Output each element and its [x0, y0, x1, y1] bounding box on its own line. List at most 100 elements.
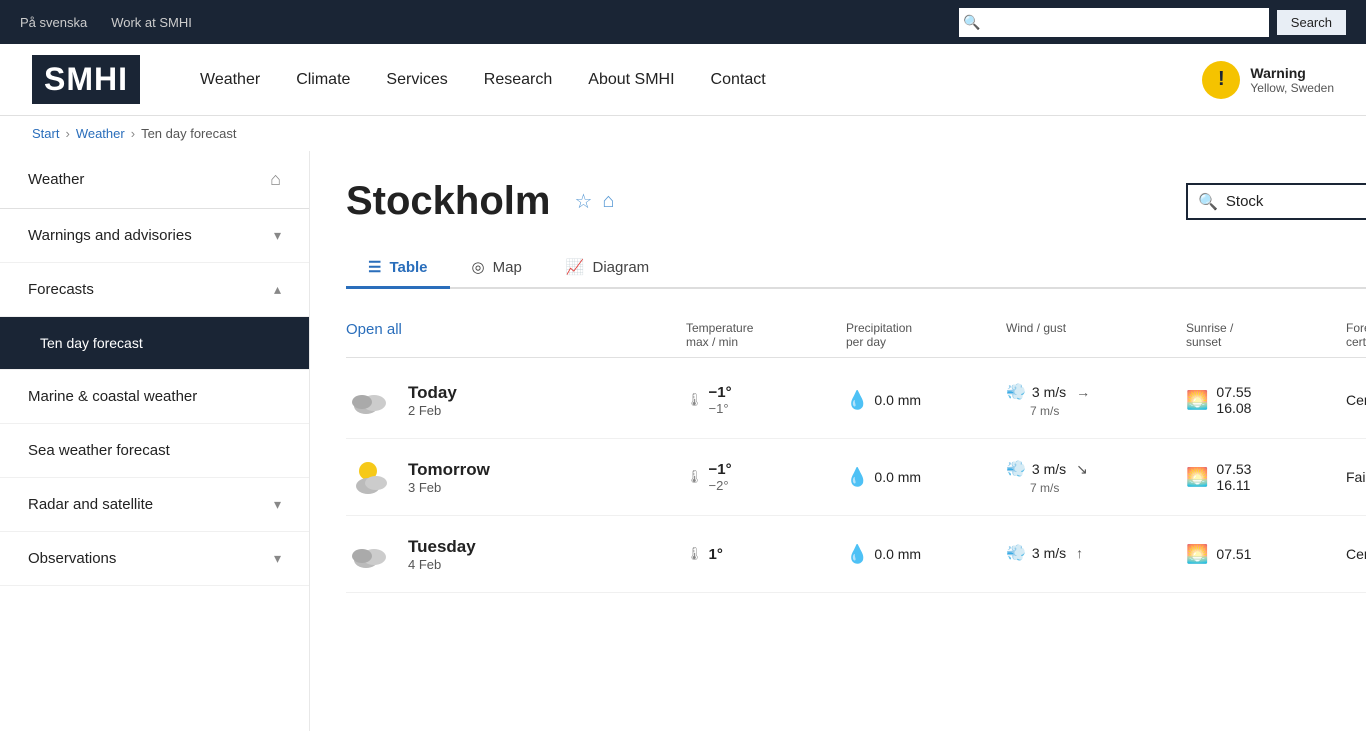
sunrise-val-today: 07.55 [1216, 384, 1251, 400]
day-date-today: 2 Feb [408, 403, 457, 418]
nav-weather[interactable]: Weather [200, 71, 260, 89]
home-icon: ⌂ [270, 169, 281, 190]
nav-climate[interactable]: Climate [296, 71, 350, 89]
chevron-down-icon-radar: ▾ [274, 496, 281, 513]
wind-tomorrow: 💨 3 m/s ↘ 7 m/s [1006, 459, 1186, 495]
temp-max-tuesday: 1° [709, 546, 723, 563]
tab-diagram-label: Diagram [593, 259, 650, 276]
wind-today: 💨 3 m/s → 7 m/s [1006, 382, 1186, 418]
work-link[interactable]: Work at SMHI [111, 15, 192, 30]
day-info-today: Today 2 Feb [408, 383, 457, 418]
wind-speed-today: 3 m/s [1032, 384, 1066, 400]
logo: SMHI [32, 55, 140, 104]
sidebar-marine-label: Marine & coastal weather [28, 388, 197, 405]
wind-row1-today: 💨 3 m/s → [1006, 382, 1186, 402]
warning-sublabel: Yellow, Sweden [1250, 81, 1334, 95]
svenska-link[interactable]: På svenska [20, 15, 87, 30]
city-title: Stockholm [346, 179, 550, 224]
sidebar-item-weather[interactable]: Weather ⌂ [0, 151, 309, 209]
sidebar-item-forecasts[interactable]: Forecasts ▴ [0, 263, 309, 317]
sidebar-observations-label: Observations [28, 550, 116, 567]
forecast-row-tomorrow[interactable]: Tomorrow 3 Feb 🌡 −1° −2° 💧 0.0 mm [346, 439, 1366, 516]
weather-icon-today [346, 376, 394, 424]
main-content: Stockholm ☆ ⌂ 🔍 ✕ ▾ ☰ Table ◎ Map [310, 151, 1366, 731]
sidebar-forecasts-label: Forecasts [28, 281, 94, 298]
location-input[interactable] [1226, 193, 1366, 210]
temp-min-today: −1° [709, 401, 732, 416]
table-icon: ☰ [368, 258, 381, 276]
col-sunrise-line2: sunset [1186, 335, 1346, 349]
open-all-button[interactable]: Open all [346, 321, 402, 338]
top-bar: På svenska Work at SMHI 🔍 Search [0, 0, 1366, 44]
main-layout: Weather ⌂ Warnings and advisories ▾ Fore… [0, 151, 1366, 731]
wind-icon-today: 💨 [1006, 382, 1026, 402]
sunrise-tomorrow: 🌅 07.53 16.11 [1186, 461, 1346, 493]
wind-icon-tomorrow: 💨 [1006, 459, 1026, 479]
location-search[interactable]: 🔍 ✕ ▾ [1186, 183, 1366, 220]
wind-dir-tomorrow: ↘ [1076, 461, 1088, 478]
sidebar-item-tenday[interactable]: Ten day forecast [0, 317, 309, 370]
tab-diagram[interactable]: 📈 Diagram [544, 248, 671, 289]
sunrise-times-today: 07.55 16.08 [1216, 384, 1251, 416]
sunset-val-today: 16.08 [1216, 400, 1251, 416]
day-cell-today: Today 2 Feb [346, 376, 686, 424]
nav-about[interactable]: About SMHI [588, 71, 674, 89]
tab-map[interactable]: ◎ Map [450, 248, 544, 289]
sidebar-item-sea[interactable]: Sea weather forecast [0, 424, 309, 478]
sunrise-times-tuesday: 07.51 [1216, 546, 1251, 562]
precip-val-tomorrow: 0.0 mm [874, 469, 921, 485]
sidebar: Weather ⌂ Warnings and advisories ▾ Fore… [0, 151, 310, 731]
search-button-top[interactable]: Search [1277, 10, 1346, 35]
temp-tuesday: 🌡 1° [686, 546, 846, 563]
star-icon[interactable]: ☆ [574, 189, 592, 214]
day-date-tuesday: 4 Feb [408, 557, 476, 572]
city-header: Stockholm ☆ ⌂ 🔍 ✕ ▾ [346, 179, 1366, 224]
wind-row1-tuesday: 💨 3 m/s ↑ [1006, 543, 1186, 563]
sunrise-val-tomorrow: 07.53 [1216, 461, 1251, 477]
wind-icon-tuesday: 💨 [1006, 543, 1026, 563]
chevron-down-icon-obs: ▾ [274, 550, 281, 567]
sidebar-item-observations[interactable]: Observations ▾ [0, 532, 309, 586]
nav-contact[interactable]: Contact [711, 71, 766, 89]
wind-row1-tomorrow: 💨 3 m/s ↘ [1006, 459, 1186, 479]
sidebar-item-marine[interactable]: Marine & coastal weather [0, 370, 309, 424]
sunrise-icon-tomorrow: 🌅 [1186, 467, 1208, 488]
precip-icon-today: 💧 [846, 390, 868, 411]
col-precip-line1: Precipitation [846, 321, 1006, 335]
col-precipitation: Precipitation per day [846, 321, 1006, 349]
breadcrumb-weather[interactable]: Weather [76, 126, 125, 141]
sidebar-weather-label: Weather [28, 171, 84, 188]
search-input-top[interactable] [985, 10, 1265, 35]
col-precip-line2: per day [846, 335, 1006, 349]
tab-table[interactable]: ☰ Table [346, 248, 450, 289]
sidebar-sea-label: Sea weather forecast [28, 442, 170, 459]
temp-max-today: −1° [709, 384, 732, 401]
precip-val-tuesday: 0.0 mm [874, 546, 921, 562]
precip-tomorrow: 💧 0.0 mm [846, 467, 1006, 488]
precip-icon-tuesday: 💧 [846, 544, 868, 565]
sunrise-today: 🌅 07.55 16.08 [1186, 384, 1346, 416]
open-all-cell: Open all [346, 321, 686, 349]
sidebar-item-warnings[interactable]: Warnings and advisories ▾ [0, 209, 309, 263]
day-info-tuesday: Tuesday 4 Feb [408, 537, 476, 572]
warning-text-block: Warning Yellow, Sweden [1250, 65, 1334, 95]
sidebar-item-radar[interactable]: Radar and satellite ▾ [0, 478, 309, 532]
breadcrumb-current: Ten day forecast [141, 126, 236, 141]
home-city-icon[interactable]: ⌂ [602, 189, 614, 214]
warning-badge[interactable]: ! Warning Yellow, Sweden [1202, 61, 1334, 99]
sunrise-times-tomorrow: 07.53 16.11 [1216, 461, 1251, 493]
nav-services[interactable]: Services [386, 71, 447, 89]
forecast-row-today[interactable]: Today 2 Feb 🌡 −1° −1° 💧 0.0 mm [346, 362, 1366, 439]
breadcrumb-start[interactable]: Start [32, 126, 59, 141]
col-certainty: Forecast certainty [1346, 321, 1366, 349]
day-date-tomorrow: 3 Feb [408, 480, 490, 495]
forecast-row-tuesday[interactable]: Tuesday 4 Feb 🌡 1° 💧 0.0 mm [346, 516, 1366, 593]
sunrise-val-tuesday: 07.51 [1216, 546, 1251, 562]
chevron-down-icon: ▾ [274, 227, 281, 244]
city-icons: ☆ ⌂ [574, 189, 614, 214]
wind-speed-tomorrow: 3 m/s [1032, 461, 1066, 477]
search-icon-top: 🔍 [963, 14, 980, 31]
day-name-tomorrow: Tomorrow [408, 460, 490, 480]
header: SMHI Weather Climate Services Research A… [0, 44, 1366, 116]
nav-research[interactable]: Research [484, 71, 552, 89]
